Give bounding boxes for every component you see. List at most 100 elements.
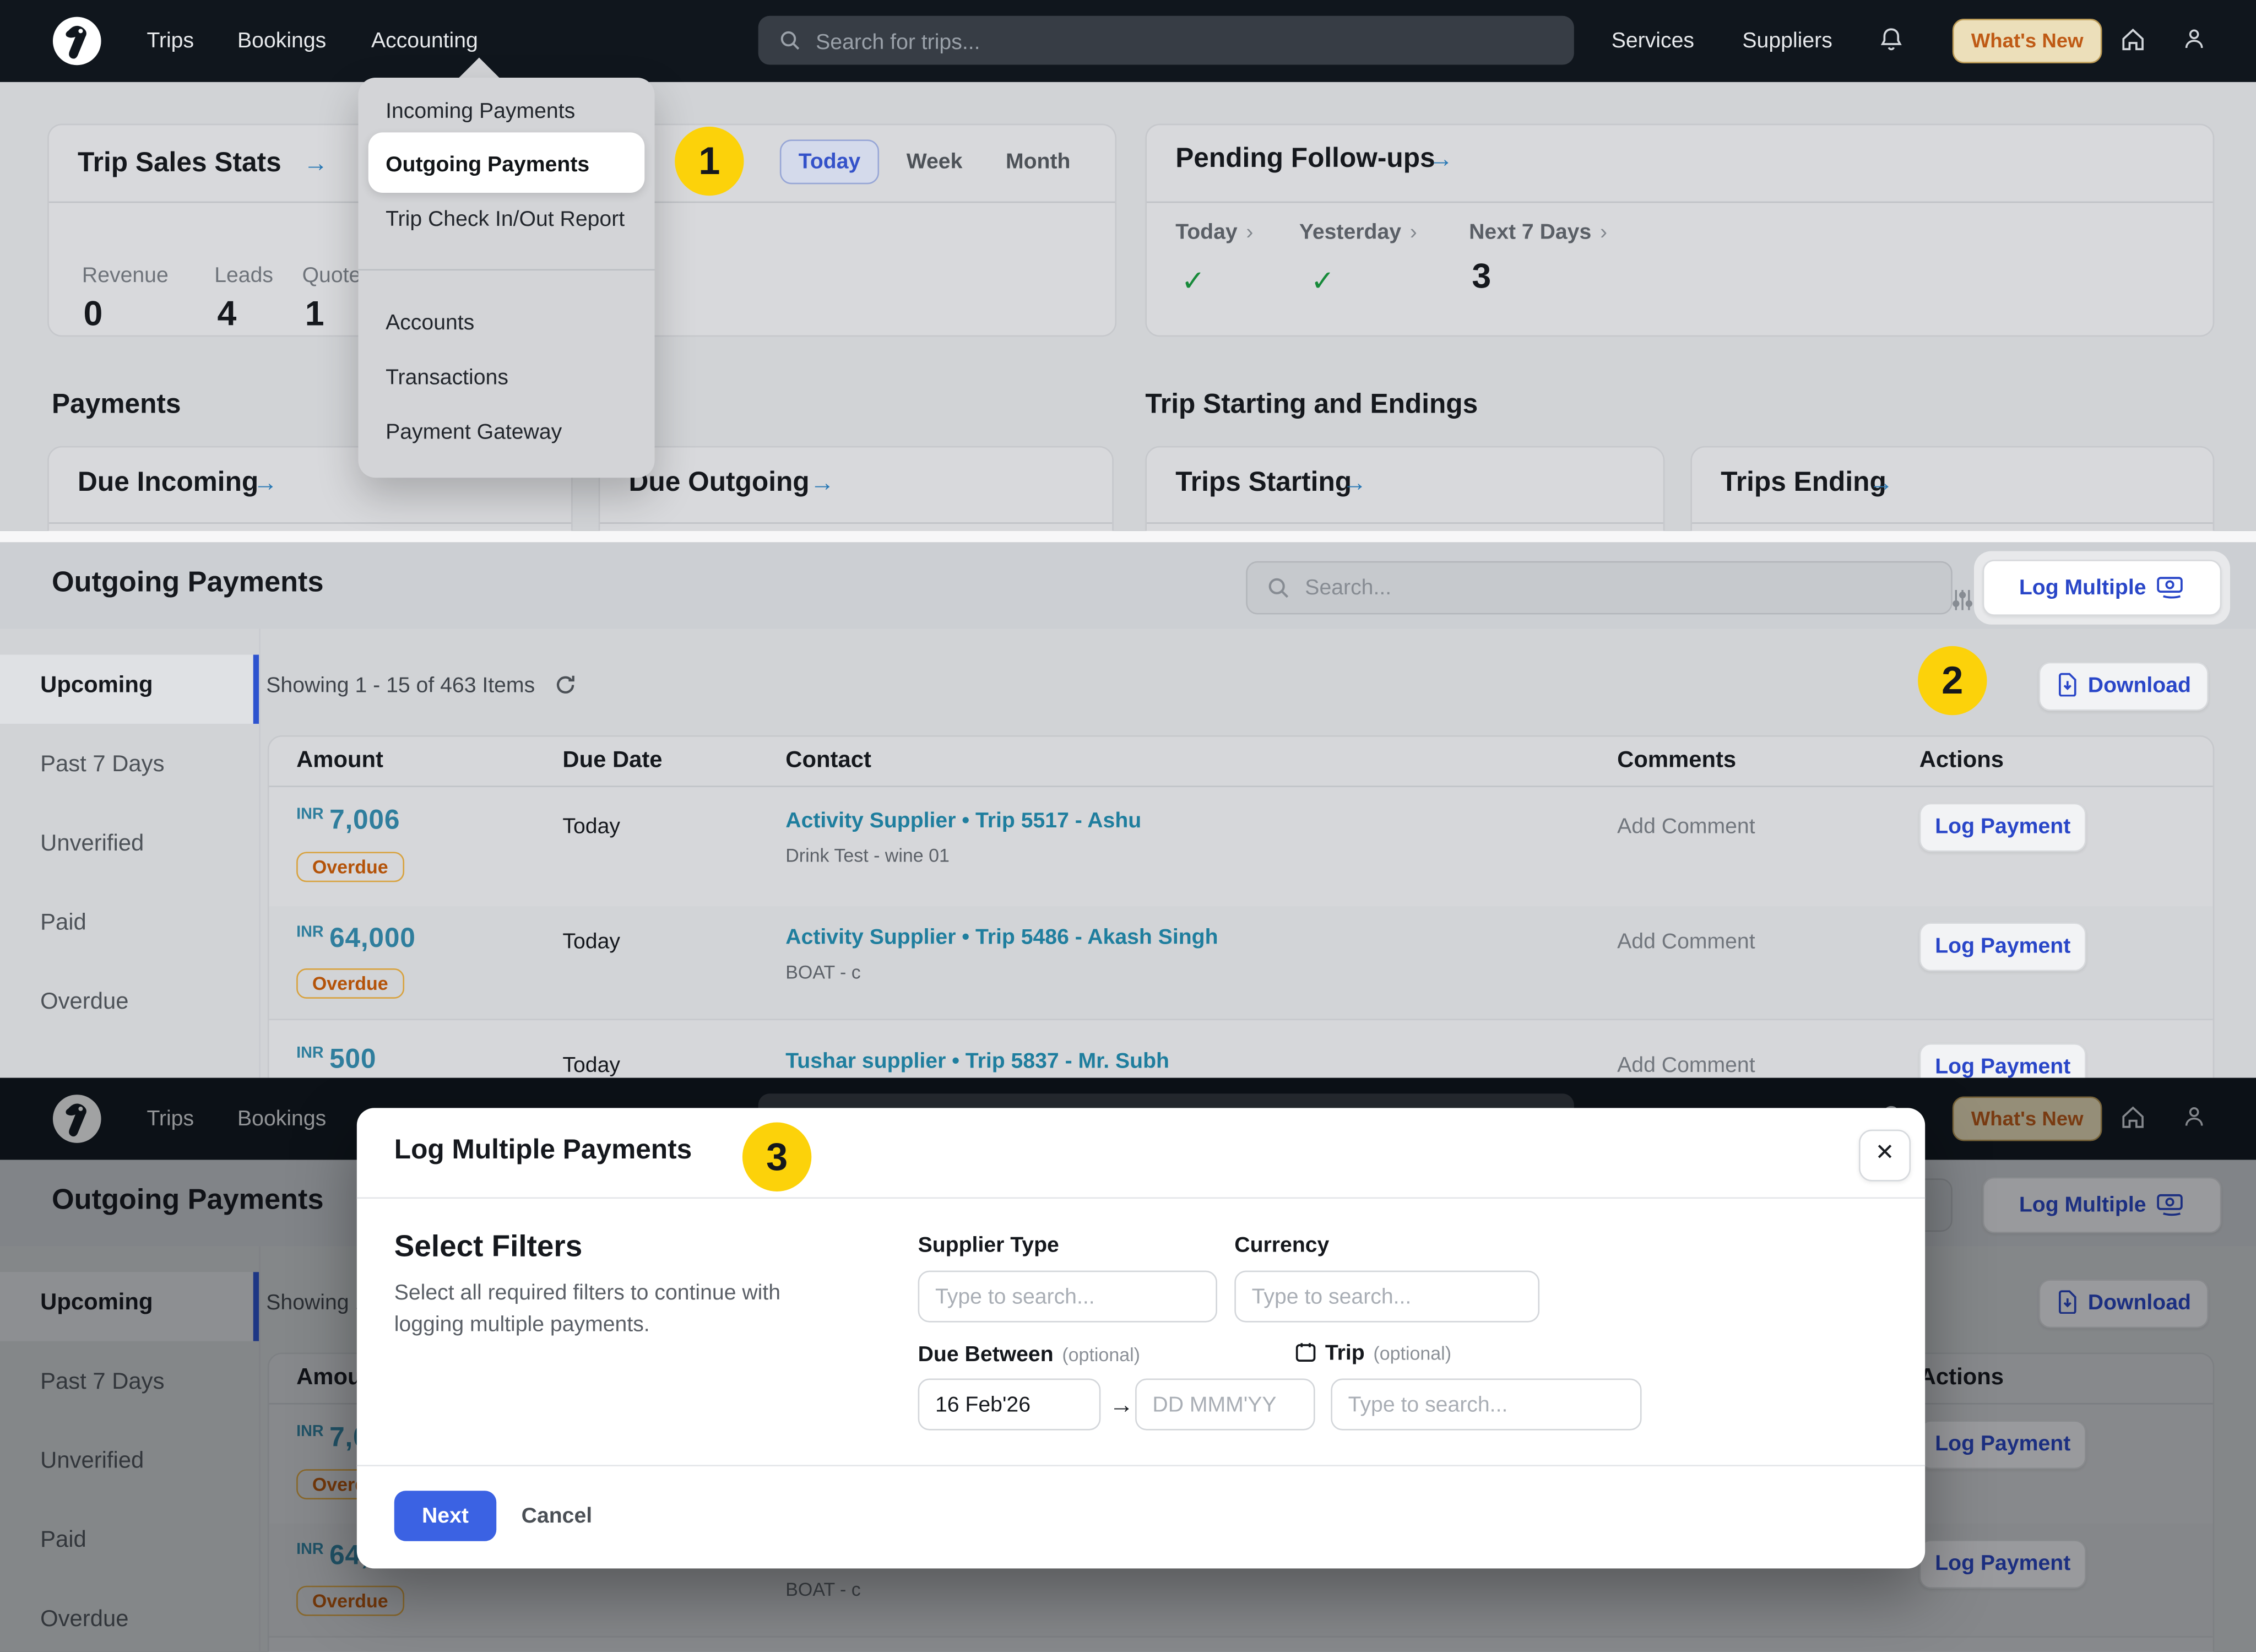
menu-item-trip-check-report[interactable]: Trip Check In/Out Report bbox=[386, 207, 640, 231]
whats-new-button[interactable]: What's New bbox=[1953, 19, 2102, 63]
arrow-right-icon[interactable]: → bbox=[1869, 469, 1893, 498]
refresh-icon[interactable] bbox=[554, 674, 577, 704]
date-from-input[interactable] bbox=[918, 1379, 1101, 1431]
cancel-button[interactable]: Cancel bbox=[514, 1491, 600, 1541]
nav-services[interactable]: Services bbox=[1612, 0, 1694, 82]
trip-search-input[interactable] bbox=[813, 16, 1553, 68]
log-multiple-button[interactable]: Log Multiple bbox=[1983, 560, 2222, 616]
divider bbox=[1147, 202, 2213, 203]
trips-ending-card: Trips Ending → bbox=[1690, 446, 2214, 531]
home-icon[interactable] bbox=[2119, 26, 2147, 61]
payments-heading: Payments bbox=[52, 390, 181, 421]
sidebar-item-unverified[interactable]: Unverified bbox=[0, 832, 294, 858]
due-outgoing-card: Due Outgoing → bbox=[599, 446, 1114, 531]
contact-link[interactable]: Activity Supplier • Trip 5517 - Ashu bbox=[785, 809, 1141, 833]
contact-link[interactable]: Activity Supplier • Trip 5486 - Akash Si… bbox=[785, 925, 1218, 950]
chevron-right-icon: › bbox=[1600, 220, 1607, 245]
date-to-input[interactable] bbox=[1135, 1379, 1315, 1431]
showing-count: Showing 1 - 15 of 463 Items bbox=[266, 674, 535, 698]
overdue-badge: Overdue bbox=[296, 852, 404, 882]
nav-bookings[interactable]: Bookings bbox=[237, 0, 326, 82]
dashboard-section: Trips Bookings Accounting Services Suppl… bbox=[0, 0, 2256, 531]
period-month[interactable]: Month bbox=[1006, 150, 1071, 174]
app-logo-icon[interactable] bbox=[52, 16, 102, 66]
menu-item-incoming-payments[interactable]: Incoming Payments bbox=[386, 99, 640, 123]
spotlight-highlight: Log Multiple bbox=[1974, 551, 2230, 624]
due-date: Today bbox=[562, 1053, 620, 1077]
trips-starting-card: Trips Starting → bbox=[1145, 446, 1664, 531]
menu-item-transactions[interactable]: Transactions bbox=[386, 366, 640, 390]
check-icon: ✓ bbox=[1311, 263, 1335, 299]
sidebar-item-past7days[interactable]: Past 7 Days bbox=[0, 752, 294, 778]
trip-starting-endings-heading: Trip Starting and Endings bbox=[1145, 390, 1478, 421]
pending-followups-card: Pending Follow-ups → Today› Yesterday› N… bbox=[1145, 124, 2214, 337]
arrow-right-icon[interactable]: → bbox=[810, 469, 834, 498]
menu-item-payment-gateway[interactable]: Payment Gateway bbox=[386, 420, 640, 445]
screenshot-stage: Trips Bookings Accounting Services Suppl… bbox=[0, 0, 2256, 1652]
metric-value: 4 bbox=[217, 295, 236, 335]
overdue-badge: Overdue bbox=[296, 968, 404, 999]
add-comment-link[interactable]: Add Comment bbox=[1617, 815, 1755, 839]
currency-label: Currency bbox=[1234, 1233, 1329, 1258]
page-title: Outgoing Payments bbox=[52, 567, 323, 600]
metric-label: Leads bbox=[214, 263, 273, 288]
arrow-right-icon[interactable]: → bbox=[1429, 145, 1453, 174]
search-icon bbox=[778, 29, 801, 52]
trip-search-input[interactable] bbox=[1331, 1379, 1641, 1431]
pending-tab-yesterday[interactable]: Yesterday› bbox=[1299, 220, 1417, 245]
due-date: Today bbox=[562, 930, 620, 954]
step-3-marker: 3 bbox=[742, 1123, 811, 1191]
menu-item-accounts[interactable]: Accounts bbox=[386, 311, 640, 335]
supplier-type-input[interactable] bbox=[918, 1271, 1217, 1323]
next-button[interactable]: Next bbox=[394, 1491, 496, 1541]
arrow-right-icon[interactable]: → bbox=[1342, 469, 1366, 498]
close-icon[interactable]: ✕ bbox=[1859, 1130, 1911, 1182]
log-multiple-payments-modal: Log Multiple Payments 3 ✕ Select Filters… bbox=[357, 1108, 1925, 1568]
metric-label: Quote bbox=[302, 263, 361, 288]
nav-suppliers[interactable]: Suppliers bbox=[1742, 0, 1832, 82]
bell-icon[interactable] bbox=[1878, 26, 1905, 61]
currency-input[interactable] bbox=[1234, 1271, 1539, 1323]
user-icon[interactable] bbox=[2181, 26, 2207, 59]
download-button[interactable]: Download bbox=[2039, 662, 2209, 711]
log-payment-button[interactable]: Log Payment bbox=[1919, 922, 2086, 971]
arrow-right-icon[interactable]: → bbox=[253, 469, 278, 498]
calendar-icon bbox=[1295, 1341, 1316, 1363]
column-comments: Comments bbox=[1617, 748, 1736, 774]
arrow-right-icon: → bbox=[1109, 1391, 1134, 1420]
column-due-date: Due Date bbox=[562, 748, 662, 774]
contact-link[interactable]: Tushar supplier • Trip 5837 - Mr. Subh bbox=[785, 1049, 1169, 1073]
metric-value: 0 bbox=[84, 295, 103, 335]
step-2-marker: 2 bbox=[1918, 646, 1987, 715]
divider bbox=[357, 1197, 1925, 1199]
sidebar-item-upcoming[interactable]: Upcoming bbox=[0, 674, 294, 700]
divider bbox=[357, 1465, 1925, 1466]
sidebar-item-paid[interactable]: Paid bbox=[0, 911, 294, 937]
sidebar-item-overdue[interactable]: Overdue bbox=[0, 990, 294, 1016]
download-icon bbox=[2056, 672, 2079, 696]
pending-tab-today[interactable]: Today› bbox=[1175, 220, 1253, 245]
log-payment-button[interactable]: Log Payment bbox=[1919, 1043, 2086, 1078]
top-navbar: Trips Bookings Accounting Services Suppl… bbox=[0, 0, 2256, 82]
period-today[interactable]: Today bbox=[780, 139, 879, 184]
payments-table: Amount Due Date Contact Comments Actions… bbox=[268, 735, 2214, 1078]
outgoing-payments-section: Outgoing Payments Log Multiple Showing 1… bbox=[0, 543, 2256, 1078]
add-comment-link[interactable]: Add Comment bbox=[1617, 1053, 1755, 1077]
pending-tab-next7days[interactable]: Next 7 Days› bbox=[1469, 220, 1607, 245]
trip-label: Trip(optional) bbox=[1295, 1341, 1451, 1366]
contact-subtext: Drink Test - wine 01 bbox=[785, 844, 950, 866]
modal-description: Select all required filters to continue … bbox=[394, 1278, 838, 1341]
payments-search-input[interactable] bbox=[1302, 562, 1883, 613]
menu-item-outgoing-payments[interactable]: Outgoing Payments bbox=[386, 153, 640, 177]
add-comment-link[interactable]: Add Comment bbox=[1617, 930, 1755, 954]
column-contact: Contact bbox=[785, 748, 871, 774]
column-amount: Amount bbox=[296, 748, 383, 774]
trip-search-bar bbox=[758, 16, 1574, 65]
table-row: INR7,006 Overdue Today Activity Supplier… bbox=[269, 786, 2212, 908]
log-payment-button[interactable]: Log Payment bbox=[1919, 803, 2086, 852]
cash-icon bbox=[2156, 576, 2185, 599]
period-week[interactable]: Week bbox=[907, 150, 963, 174]
nav-trips[interactable]: Trips bbox=[147, 0, 194, 82]
arrow-right-icon[interactable]: → bbox=[303, 150, 328, 178]
modal-section: Trips Bookings Accounting Services Suppl… bbox=[0, 1078, 2256, 1652]
